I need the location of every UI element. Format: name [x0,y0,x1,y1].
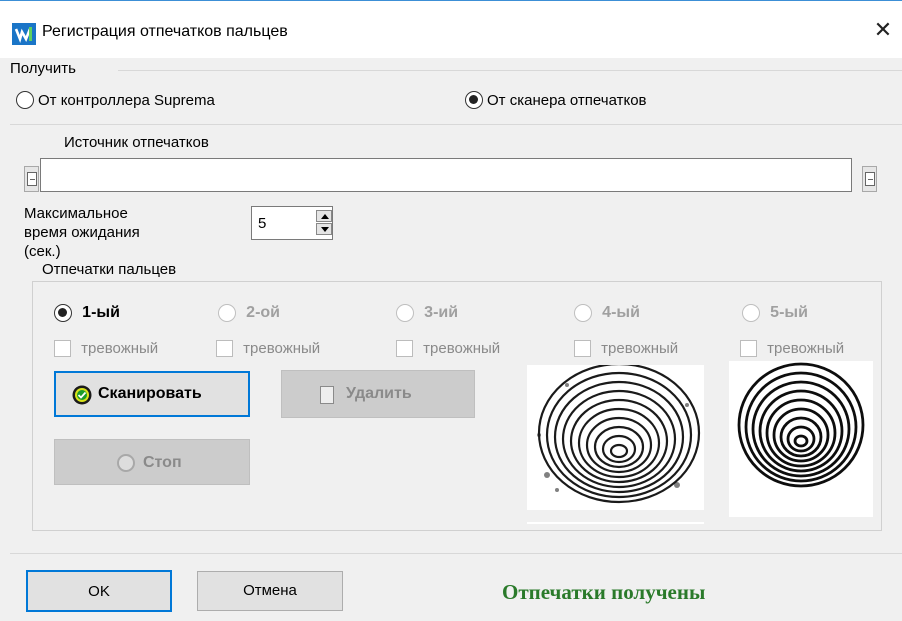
finger-4-radio-icon[interactable] [574,304,592,323]
finger-3-radio-icon[interactable] [396,304,414,323]
title-bar: Регистрация отпечатков пальцев ✕ [0,0,902,58]
radio-from-scanner[interactable] [465,91,483,110]
window-title: Регистрация отпечатков пальцев [42,23,288,40]
ok-button[interactable]: OK [26,570,172,612]
finger-1-radio-icon[interactable] [54,304,72,323]
finger-5-radio-icon[interactable] [742,304,760,323]
finger-2-radio[interactable]: 2-ой [218,304,280,323]
cancel-button[interactable]: Отмена [197,571,343,611]
status-text: Отпечатки получены [502,580,706,604]
receive-group-label: Получить [10,60,80,77]
delete-button[interactable]: Удалить [281,370,475,418]
timeout-stepper[interactable]: 5 [251,206,333,240]
checkbox-3-box[interactable] [396,339,413,357]
cancel-button-label: Отмена [243,582,297,599]
source-label: Источник отпечатков [64,134,209,151]
source-left-button[interactable] [24,166,39,192]
alarm-checkbox-5[interactable]: тревожный [740,339,844,357]
radio-from-scanner-label: От сканера отпечатков [487,92,647,109]
fingerprint-image-1 [527,365,704,510]
radio-controller-icon[interactable] [16,91,34,110]
alarm-checkbox-3[interactable]: тревожный [396,339,500,357]
checkbox-4-box[interactable] [574,339,591,357]
arrow-up-icon [321,214,329,219]
spin-up-button[interactable] [316,210,332,222]
fingerprint-image-2 [729,361,873,517]
checkbox-1-box[interactable] [54,339,71,357]
document-add-icon [865,172,875,186]
finger-4-radio[interactable]: 4-ый [574,304,640,323]
alarm-checkbox-1[interactable]: тревожный [54,339,158,357]
delete-button-label: Удалить [346,385,412,402]
timeout-label: Максимальное время ожидания (сек.) [24,205,140,260]
stop-circle-icon [117,454,135,472]
stop-button[interactable]: Стоп [54,439,250,485]
spin-down-button[interactable] [316,223,332,235]
fingerprint-image-1-base [527,522,704,524]
radio-from-controller-label: От контроллера Suprema [38,92,215,109]
checkbox-5-box[interactable] [740,339,757,357]
source-input[interactable] [40,158,852,192]
ok-button-label: OK [88,583,110,600]
close-icon[interactable]: ✕ [868,15,898,45]
scan-button[interactable]: Сканировать [54,371,250,417]
finger-5-radio[interactable]: 5-ый [742,304,808,323]
finger-1-radio[interactable]: 1-ый [54,304,120,323]
fingerprints-group-label: Отпечатки пальцев [42,261,181,278]
radio-from-controller[interactable] [16,91,34,110]
scan-button-label: Сканировать [98,385,202,402]
stop-button-label: Стоп [143,454,182,471]
arrow-down-icon [321,227,329,232]
alarm-checkbox-4[interactable]: тревожный [574,339,678,357]
timeout-value[interactable]: 5 [258,215,266,232]
dialog-window: Регистрация отпечатков пальцев ✕ Получит… [0,0,902,621]
checkbox-2-box[interactable] [216,339,233,357]
source-right-button[interactable] [862,166,877,192]
scan-green-icon [72,385,92,405]
finger-3-radio[interactable]: 3-ий [396,304,458,323]
document-icon [27,172,37,186]
document-icon [320,386,334,404]
finger-2-radio-icon[interactable] [218,304,236,323]
alarm-checkbox-2[interactable]: тревожный [216,339,320,357]
radio-scanner-icon[interactable] [465,91,483,110]
fingerprint-app-icon [12,23,36,45]
